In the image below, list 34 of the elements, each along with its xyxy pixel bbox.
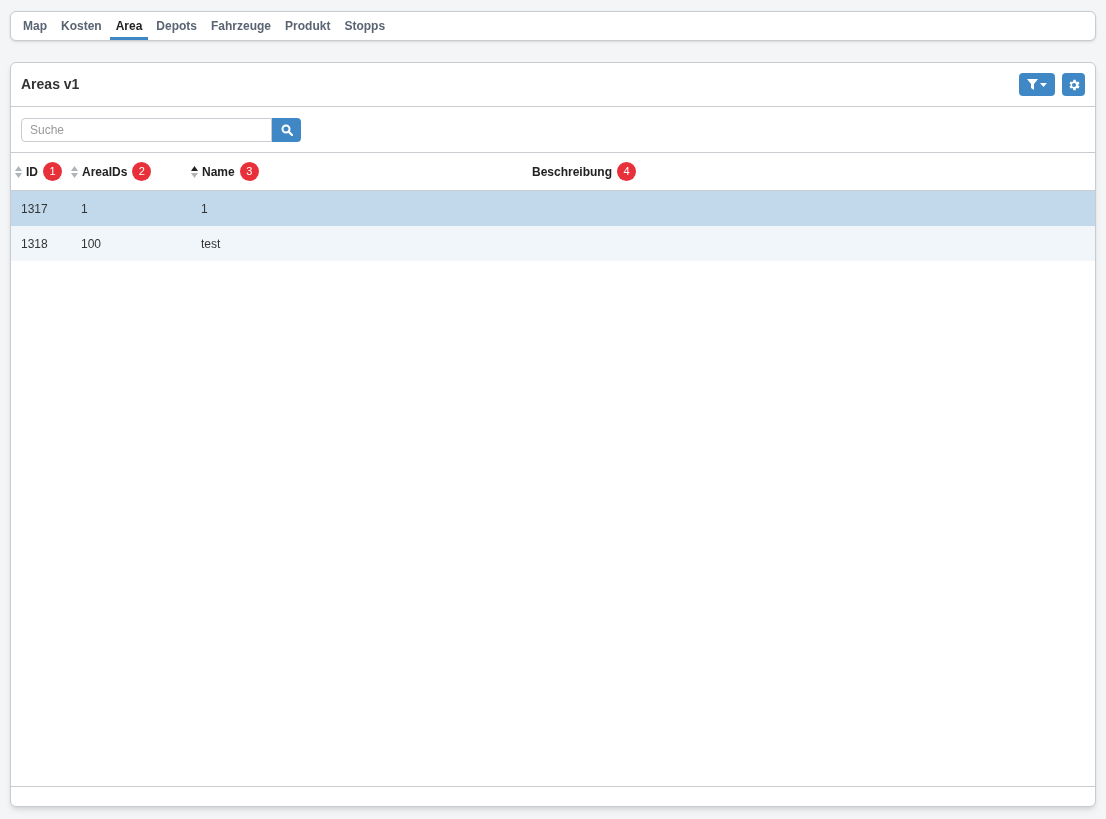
column-header[interactable]: ID [26, 162, 38, 181]
column-header[interactable]: Name [202, 162, 235, 181]
settings-button[interactable] [1062, 73, 1085, 96]
search-field[interactable]: Suche [21, 117, 272, 142]
nav-tab[interactable]: Fahrzeuge [205, 12, 278, 40]
table-cell-text: test [200, 235, 222, 253]
nav-tab[interactable]: Depots [150, 12, 204, 40]
nav-tab[interactable]: Produkt [279, 12, 337, 40]
number-badge: 2 [132, 162, 152, 181]
table-cell-text: 100 [80, 235, 103, 253]
table-cell-text: 1318 [20, 235, 49, 253]
filter-icon [1027, 79, 1038, 90]
sort-icon[interactable] [71, 165, 78, 178]
filter-button[interactable] [1019, 73, 1055, 96]
number-badge: 1 [43, 162, 62, 181]
nav-tab[interactable]: Map [17, 12, 53, 40]
nav-tab[interactable]: Stopps [338, 12, 392, 40]
nav-tab[interactable]: Area [109, 12, 149, 40]
search-button[interactable] [272, 117, 301, 142]
table-cell-text: 1 [200, 200, 209, 218]
sort-icon[interactable] [15, 165, 22, 178]
table-row[interactable]: 1318 100 test [11, 226, 1095, 261]
nav-tab[interactable]: Kosten [55, 12, 108, 40]
table-cell-text: 1317 [20, 200, 49, 218]
column-header[interactable]: Beschreibung [532, 162, 612, 181]
column-header[interactable]: AreaIDs [82, 162, 128, 181]
table-row[interactable]: 1317 1 1 [11, 191, 1095, 226]
number-badge: 4 [617, 162, 636, 181]
panel-title: Areas v1 [21, 75, 80, 94]
sort-ascending-icon[interactable] [191, 165, 198, 178]
search-icon [280, 123, 293, 136]
caret-icon [1040, 82, 1047, 87]
number-badge: 3 [239, 162, 259, 181]
table-cell-text: 1 [80, 200, 89, 218]
